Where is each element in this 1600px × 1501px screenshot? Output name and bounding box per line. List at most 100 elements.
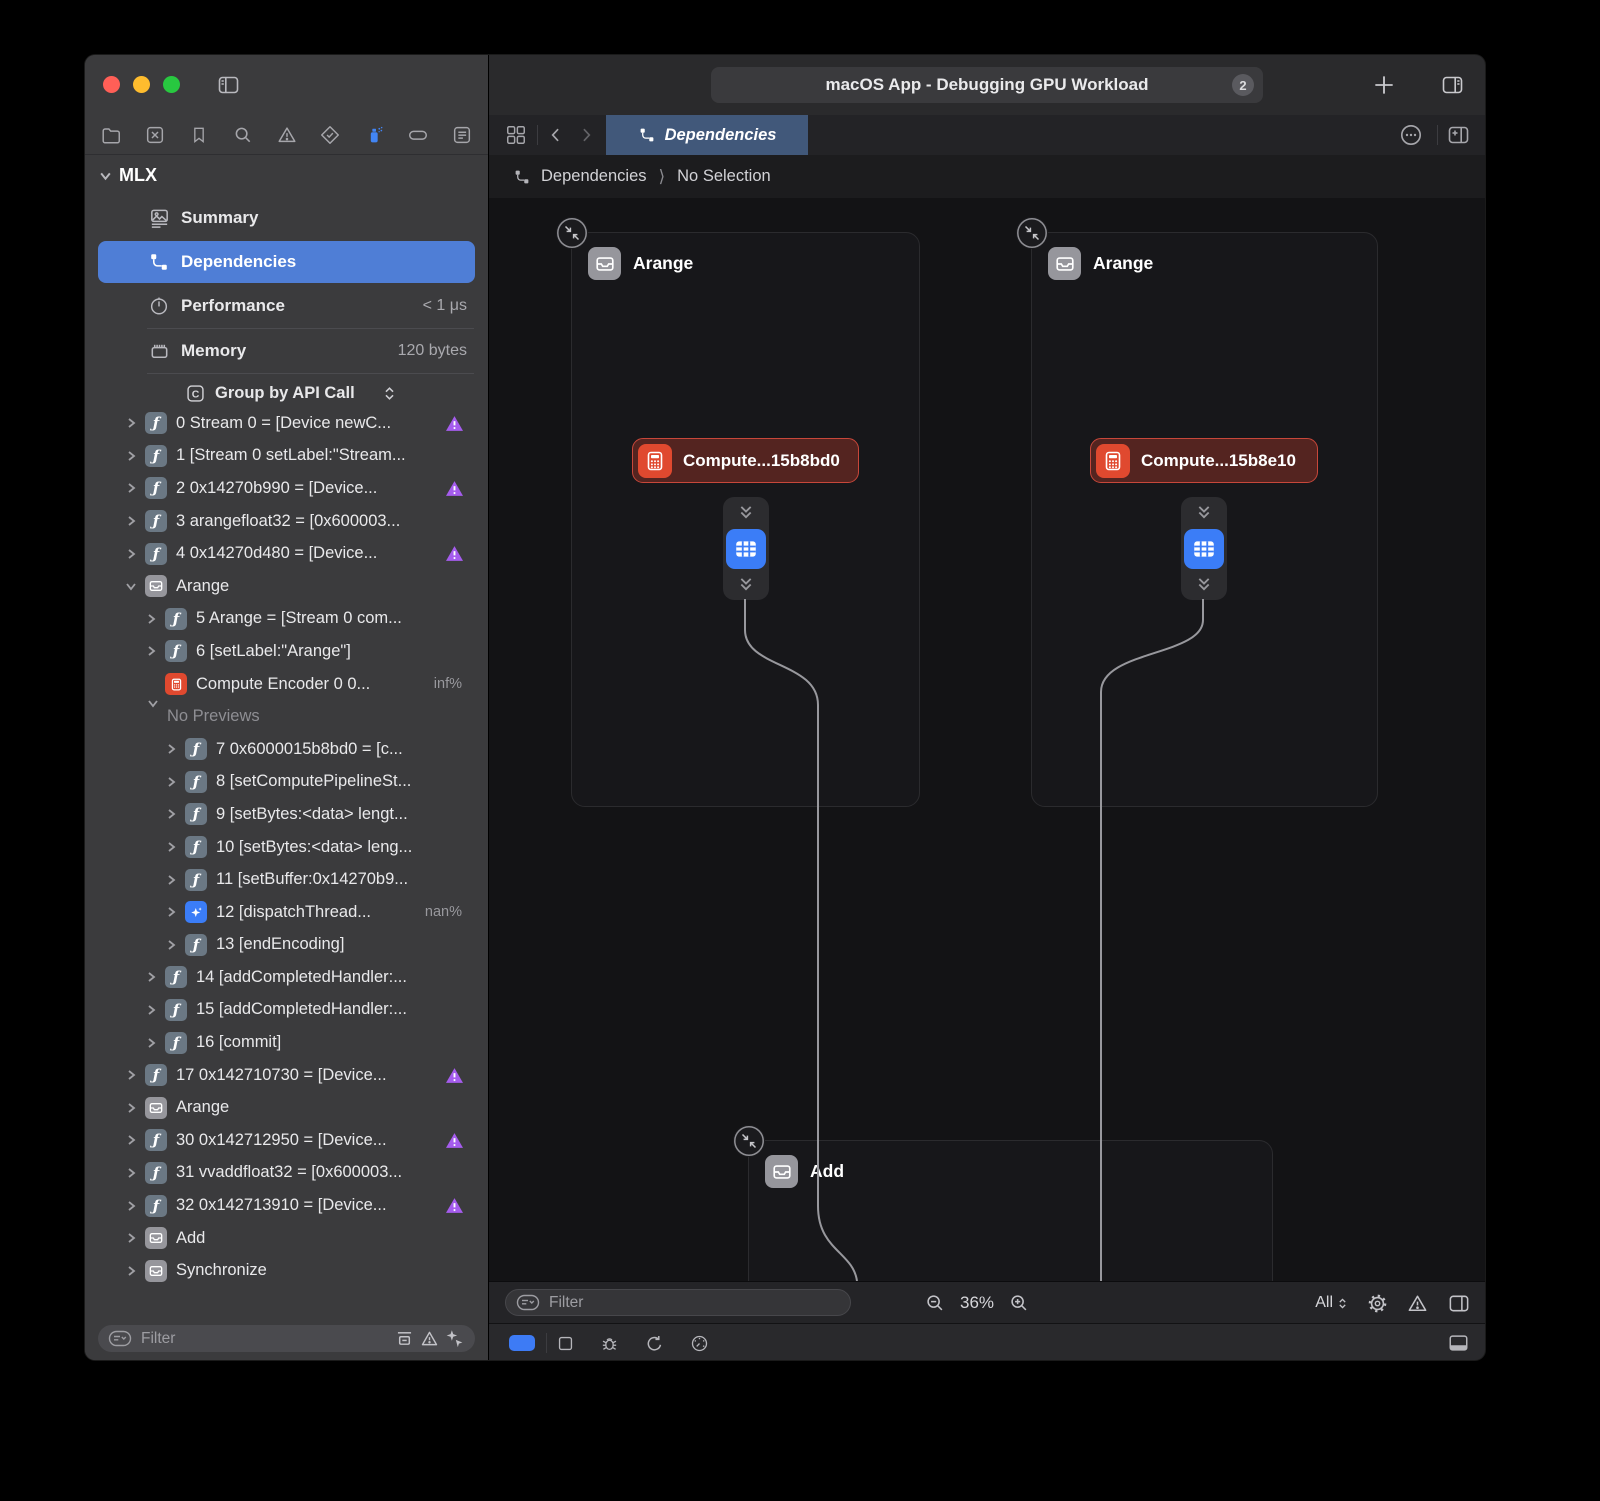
chevron-right-icon[interactable] xyxy=(125,450,145,462)
chevron-right-icon[interactable] xyxy=(125,1200,145,1212)
tree-row[interactable]: ƒ0 Stream 0 = [Device newC... xyxy=(85,407,488,440)
tree-row[interactable]: ƒ30 0x142712950 = [Device... xyxy=(85,1124,488,1157)
show-inspector-button[interactable] xyxy=(1439,73,1466,97)
chevron-right-icon[interactable] xyxy=(165,906,185,918)
collapse-group-button[interactable] xyxy=(733,1125,765,1157)
chevron-right-icon[interactable] xyxy=(125,515,145,527)
sidebar-filter-input[interactable] xyxy=(139,1329,390,1349)
chevron-right-icon[interactable] xyxy=(165,874,185,886)
tree-row[interactable]: ƒ7 0x6000015b8bd0 = [c... xyxy=(85,733,488,766)
flatten-list-icon[interactable] xyxy=(394,1328,415,1349)
chevron-right-icon[interactable] xyxy=(125,1232,145,1244)
stop-frame-icon[interactable] xyxy=(553,1331,577,1355)
hide-debug-area-icon[interactable] xyxy=(1446,1332,1471,1354)
zoom-out-icon[interactable] xyxy=(924,1292,946,1314)
resource-pill[interactable] xyxy=(723,497,769,600)
close-window-button[interactable] xyxy=(103,76,120,93)
project-navigator-icon[interactable] xyxy=(98,122,124,148)
sidebar-item-memory[interactable]: Memory 120 bytes xyxy=(98,330,475,372)
chevron-down-icon[interactable] xyxy=(99,169,112,182)
tree-row[interactable]: ƒ31 vvaddfloat32 = [0x600003... xyxy=(85,1157,488,1190)
tree-row[interactable]: ƒ2 0x14270b990 = [Device... xyxy=(85,472,488,505)
canvas-filter-input[interactable] xyxy=(547,1293,840,1313)
chevron-right-icon[interactable] xyxy=(125,1069,145,1081)
chevron-right-icon[interactable] xyxy=(165,939,185,951)
chevron-right-icon[interactable] xyxy=(165,808,185,820)
tree-row[interactable]: ƒ11 [setBuffer:0x14270b9... xyxy=(85,863,488,896)
chevron-right-icon[interactable] xyxy=(145,1004,165,1016)
performance-gauge-icon[interactable] xyxy=(687,1331,711,1355)
add-editor-button[interactable] xyxy=(1445,123,1472,147)
sparkle-cursor-icon[interactable] xyxy=(444,1328,465,1349)
back-button[interactable] xyxy=(546,125,566,145)
forward-button[interactable] xyxy=(576,125,596,145)
tree-row[interactable]: Compute Encoder 0 0...inf% xyxy=(85,668,488,701)
tree-row[interactable]: Arange xyxy=(85,570,488,603)
tree-row[interactable]: Synchronize xyxy=(85,1254,488,1287)
sidebar-item-summary[interactable]: Summary xyxy=(98,197,475,239)
debug-navigator-icon[interactable] xyxy=(361,122,387,148)
chevron-right-icon[interactable] xyxy=(165,743,185,755)
chevron-right-icon[interactable] xyxy=(145,971,165,983)
chevron-right-icon[interactable] xyxy=(125,1265,145,1277)
more-options-icon[interactable] xyxy=(1398,122,1424,148)
collapse-group-button[interactable] xyxy=(556,217,588,249)
chevron-right-icon[interactable] xyxy=(125,482,145,494)
compute-encoder-node[interactable]: Compute...15b8bd0 xyxy=(632,438,859,483)
toggle-sidebar-icon[interactable] xyxy=(215,73,242,97)
settings-gear-icon[interactable] xyxy=(1366,1292,1389,1315)
chevron-right-icon[interactable] xyxy=(125,1167,145,1179)
chevron-right-icon[interactable] xyxy=(125,1134,145,1146)
tab-dependencies[interactable]: Dependencies xyxy=(606,115,808,155)
tree-row[interactable]: ƒ5 Arange = [Stream 0 com... xyxy=(85,603,488,636)
tree-row[interactable]: ƒ3 arangefloat32 = [0x600003... xyxy=(85,505,488,538)
search-navigator-icon[interactable] xyxy=(230,122,256,148)
tree-row[interactable]: ƒ1 [Stream 0 setLabel:"Stream... xyxy=(85,440,488,473)
tree-row[interactable]: ƒ8 [setComputePipelineSt... xyxy=(85,766,488,799)
chevron-right-icon[interactable] xyxy=(145,613,165,625)
zoom-window-button[interactable] xyxy=(163,76,180,93)
tree-row[interactable]: ƒ15 [addCompletedHandler:... xyxy=(85,994,488,1027)
debug-bug-icon[interactable] xyxy=(597,1331,621,1355)
zoom-level[interactable]: 36% xyxy=(960,1293,994,1313)
group-by-api-call-control[interactable]: C Group by API Call xyxy=(98,375,475,411)
chevron-right-icon[interactable] xyxy=(125,1102,145,1114)
tree-root-mlx[interactable]: MLX xyxy=(99,165,157,186)
graph-group-add[interactable]: Add xyxy=(748,1140,1273,1281)
tree-row[interactable]: ƒ13 [endEncoding] xyxy=(85,929,488,962)
zoom-in-icon[interactable] xyxy=(1008,1292,1030,1314)
buffer-grid-icon[interactable] xyxy=(726,529,766,569)
graph-group-arange-2[interactable]: Arange Compute...15b8e10 xyxy=(1031,232,1378,807)
tree-row[interactable]: ƒ14 [addCompletedHandler:... xyxy=(85,961,488,994)
warnings-filter-icon[interactable] xyxy=(419,1328,440,1349)
collapse-group-button[interactable] xyxy=(1016,217,1048,249)
tab-overview-icon[interactable] xyxy=(505,124,527,146)
compute-encoder-node[interactable]: Compute...15b8e10 xyxy=(1090,438,1318,483)
graph-group-arange-1[interactable]: Arange Compute...15b8bd0 xyxy=(571,232,920,807)
buffer-grid-icon[interactable] xyxy=(1184,529,1224,569)
resource-pill[interactable] xyxy=(1181,497,1227,600)
chevron-down-icon[interactable] xyxy=(125,580,145,592)
tree-row[interactable]: ƒ10 [setBytes:<data> leng... xyxy=(85,831,488,864)
chevron-right-icon[interactable] xyxy=(125,548,145,560)
sidebar-item-performance[interactable]: Performance < 1 μs xyxy=(98,285,475,327)
debug-bar-toggle[interactable] xyxy=(509,1335,535,1351)
report-navigator-icon[interactable] xyxy=(449,122,475,148)
chevron-right-icon[interactable] xyxy=(165,841,185,853)
tree-row[interactable]: ƒ17 0x142710730 = [Device... xyxy=(85,1059,488,1092)
tree-row[interactable]: No Previews xyxy=(85,700,488,733)
tree-row[interactable]: ƒ16 [commit] xyxy=(85,1026,488,1059)
minimize-window-button[interactable] xyxy=(133,76,150,93)
tree-row[interactable]: ƒ9 [setBytes:<data> lengt... xyxy=(85,798,488,831)
tag-navigator-icon[interactable] xyxy=(405,122,431,148)
sidebar-filter-bar[interactable] xyxy=(98,1325,475,1352)
window-title-pill[interactable]: macOS App - Debugging GPU Workload 2 xyxy=(711,67,1263,103)
chevron-right-icon[interactable] xyxy=(145,645,165,657)
tree-row[interactable]: Arange xyxy=(85,1091,488,1124)
tree-row[interactable]: ƒ4 0x14270d480 = [Device... xyxy=(85,537,488,570)
tree-row[interactable]: Add xyxy=(85,1222,488,1255)
warnings-icon[interactable] xyxy=(1406,1292,1429,1315)
sidebar-item-dependencies[interactable]: Dependencies xyxy=(98,241,475,283)
show-right-panel-icon[interactable] xyxy=(1446,1292,1472,1315)
gpu-frame-navigator-icon[interactable] xyxy=(142,122,168,148)
